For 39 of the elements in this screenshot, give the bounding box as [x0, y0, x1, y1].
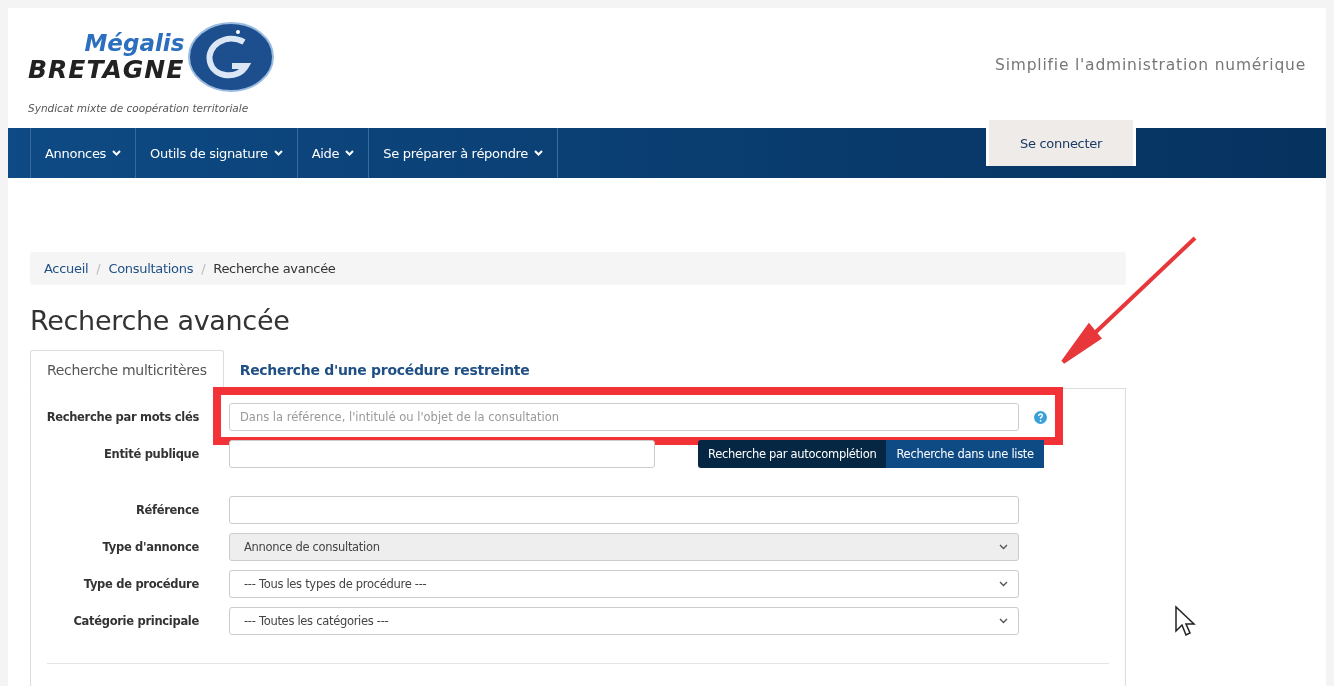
field-label: Type d'annonce	[101, 540, 200, 554]
nav-menu-item[interactable]: Outils de signature	[135, 128, 297, 178]
field-label: Entité publique	[102, 447, 200, 461]
logo-emblem-icon	[186, 20, 277, 94]
chevron-down-icon	[534, 150, 544, 156]
logo-text: Mégalis	[84, 30, 185, 56]
chevron-down-icon	[999, 618, 1008, 624]
current-page-label: Recherche avancée	[213, 261, 336, 276]
nav-menu-item[interactable]: Aide	[296, 128, 369, 178]
input-field[interactable]	[229, 496, 1019, 524]
select-field[interactable]: --- Toutes les catégories ---	[229, 607, 1019, 635]
tab[interactable]: Recherche d'une procédure restreinte	[223, 350, 546, 389]
breadcrumb-link[interactable]: Accueil	[44, 261, 89, 276]
breadcrumb-separator: /	[96, 261, 101, 276]
input-field[interactable]	[229, 440, 655, 468]
field-label: Recherche par mots clés	[45, 410, 200, 424]
page-title: Recherche avancée	[30, 305, 291, 336]
logo-subtitle: Syndicat mixte de coopération territoriale	[28, 102, 250, 114]
field-label: Référence	[134, 503, 200, 517]
chevron-down-icon	[345, 150, 355, 156]
field-label: Catégorie principale	[72, 614, 200, 628]
field-label: Type de procédure	[82, 577, 200, 591]
chevron-down-icon	[273, 150, 283, 156]
chevron-down-icon	[999, 581, 1008, 587]
search-mode-button[interactable]: Recherche dans une liste	[886, 440, 1044, 468]
chevron-down-icon	[999, 544, 1008, 550]
breadcrumb-link[interactable]: Consultations	[108, 261, 194, 276]
tagline: Simplifie l'administration numérique	[995, 56, 1306, 74]
breadcrumb-separator: /	[201, 261, 206, 276]
chevron-down-icon	[112, 150, 122, 156]
logo-text: BRETAGNE	[28, 56, 185, 84]
nav-menu-item[interactable]: Se préparer à répondre	[368, 128, 559, 178]
input-field[interactable]: Dans la référence, l'intitulé ou l'objet de la consultation	[229, 403, 1019, 431]
login-button[interactable]: Se connecter	[986, 120, 1136, 166]
mouse-pointer-icon	[1174, 605, 1198, 639]
tab[interactable]: Recherche multicritères	[30, 350, 224, 389]
select-field[interactable]: --- Tous les types de procédure ---	[229, 570, 1019, 598]
nav-menu-item[interactable]: Annonces	[30, 128, 136, 178]
search-mode-button[interactable]: Recherche par autocomplétion	[698, 440, 887, 468]
